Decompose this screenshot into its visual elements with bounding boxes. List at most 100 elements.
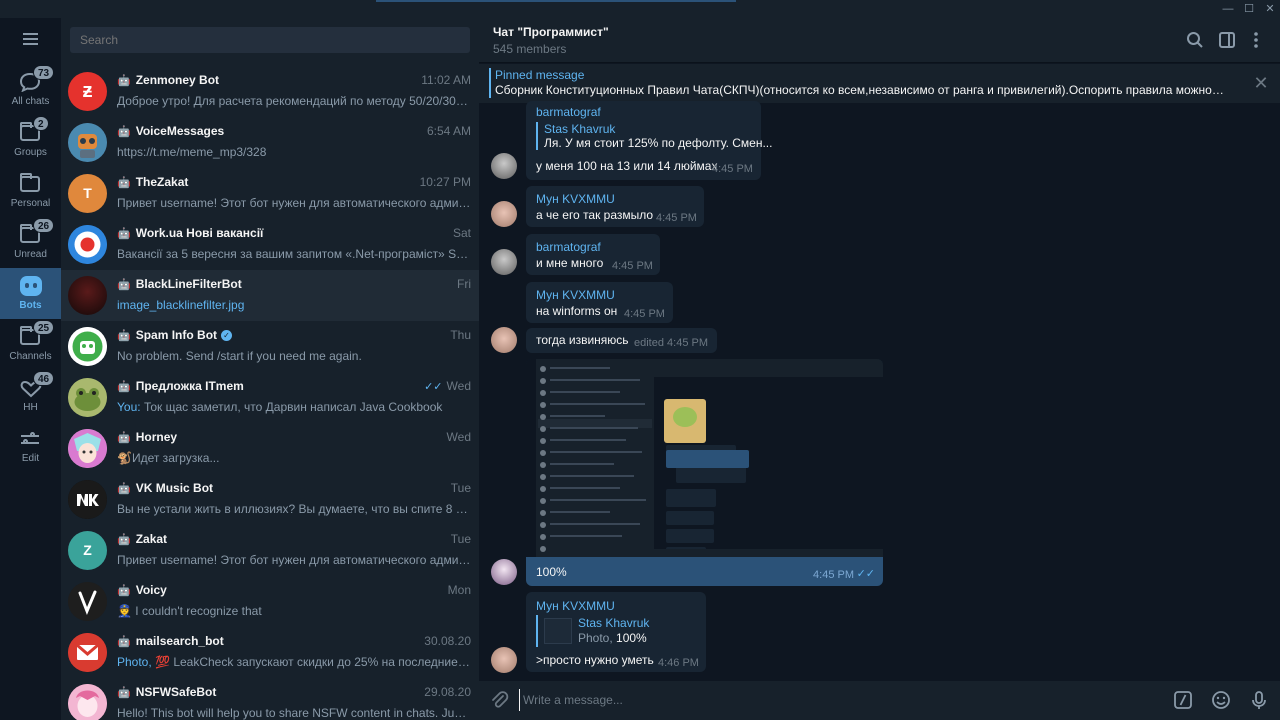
dialog-item[interactable]: 🤖 mailsearch_bot 30.08.20 Photo, 💯 LeakCh…: [61, 627, 479, 678]
message-bubble[interactable]: тогда извиняюсь edited 4:45 PM: [526, 328, 717, 353]
gmail-logo-icon: [68, 633, 107, 672]
avatar: [68, 429, 107, 468]
hamburger-icon: [23, 33, 38, 35]
message-author[interactable]: barmatograf: [536, 105, 601, 119]
message-author[interactable]: Мун KVXMMU: [536, 192, 615, 206]
bot-icon: 🤖: [117, 534, 131, 546]
dialog-item[interactable]: 🤖 NSFWSafeBot 29.08.20 Hello! This bot wi…: [61, 678, 479, 720]
message-time: 4:45 PM: [813, 569, 854, 581]
folder-label: All chats: [11, 96, 50, 107]
dialog-name: 🤖 Spam Info Bot ✓: [117, 328, 407, 342]
dialog-preview: No problem. Send /start if you need me a…: [117, 349, 362, 363]
message-text: тогда извиняюсь: [536, 333, 629, 347]
message-author[interactable]: Мун KVXMMU: [536, 599, 615, 613]
dialog-preview-text: I couldn't recognize that: [135, 604, 262, 618]
dialog-name-text: Zakat: [135, 532, 168, 546]
avatar[interactable]: [491, 249, 517, 275]
message-bubble[interactable]: Мун KVXMMU а че его так размыло 4:45 PM: [526, 186, 704, 227]
dialog-item[interactable]: 🤖 VoiceMessages 6:54 AM https://t.me/meme…: [61, 117, 479, 168]
dialog-time: Fri: [457, 277, 471, 291]
folder-unread[interactable]: 26 Unread: [0, 217, 61, 268]
more-vertical-icon[interactable]: [1247, 31, 1265, 49]
dialog-name: 🤖 Zakat: [117, 532, 407, 546]
bot-icon: 🤖: [117, 330, 131, 342]
emoji-icon[interactable]: [1211, 690, 1231, 710]
dialog-name-text: Work.ua Нові вакансії: [135, 226, 264, 240]
dialog-item[interactable]: ƶ 🤖 Zenmoney Bot 11:02 AM Доброе утро! Дл…: [61, 66, 479, 117]
search-input[interactable]: [70, 27, 470, 53]
frog-avatar-icon: [68, 378, 107, 417]
minimize-button[interactable]: —: [1217, 0, 1239, 18]
message-bubble[interactable]: Мун KVXMMU Stas Khavruk Photo, 100% >про…: [526, 592, 706, 672]
avatar[interactable]: [491, 153, 517, 179]
reply-quote[interactable]: Stas Khavruk Photo, 100%: [536, 615, 696, 647]
message-bubble[interactable]: Мун KVXMMU на winforms он 4:45 PM: [526, 282, 673, 323]
dialog-name-text: Horney: [135, 430, 178, 444]
avatar: [68, 123, 107, 162]
avatar[interactable]: [491, 559, 517, 585]
dialog-item[interactable]: 🤖 Spam Info Bot ✓ Thu No problem. Send /st…: [61, 321, 479, 372]
message-bubble[interactable]: barmatograf Stas Khavruk Ля. У мя стоит …: [526, 101, 772, 180]
reply-quote[interactable]: Stas Khavruk Ля. У мя стоит 125% по дефо…: [536, 122, 772, 150]
avatar: [68, 480, 107, 519]
folder-label: Channels: [9, 351, 52, 362]
dialog-item[interactable]: 🤖 Voicy Mon 👮 I couldn't recognize that: [61, 576, 479, 627]
message-author[interactable]: Мун KVXMMU: [536, 288, 615, 302]
folder-channels[interactable]: 25 Channels: [0, 319, 61, 370]
microphone-icon[interactable]: [1249, 690, 1269, 710]
paperclip-icon[interactable]: [489, 690, 509, 710]
close-icon[interactable]: ✕: [1252, 74, 1270, 92]
avatar: Z: [68, 531, 107, 570]
folder-personal[interactable]: Personal: [0, 166, 61, 217]
dialog-name: 🤖 NSFWSafeBot: [117, 685, 407, 699]
photo-message[interactable]: 100% 4:45 PM ✓✓: [526, 359, 883, 586]
dialog-time: 11:02 AM: [421, 73, 471, 87]
folder-bots[interactable]: Bots: [0, 268, 61, 319]
menu-button[interactable]: [0, 27, 61, 53]
maximize-button[interactable]: ☐: [1238, 0, 1260, 18]
close-window-button[interactable]: ✕: [1259, 0, 1280, 18]
sidebar-toggle-icon[interactable]: [1218, 31, 1236, 49]
folder-groups[interactable]: 2 Groups: [0, 115, 61, 166]
message-bubble[interactable]: barmatograf и мне много 4:45 PM: [526, 234, 660, 275]
dialog-item[interactable]: 🤖 Предложка ITmem ✓✓ Wed You: Ток щас заме…: [61, 372, 479, 423]
dialog-name-text: BlackLineFilterBot: [135, 277, 242, 291]
photo-caption: 100%: [536, 565, 567, 579]
avatar[interactable]: [491, 327, 517, 353]
dialog-item[interactable]: Z 🤖 Zakat Tue Привет username! Этот бот н…: [61, 525, 479, 576]
dialog-preview-text: LeakCheck запускают скидки до 25% на пос…: [173, 655, 471, 669]
dialog-item[interactable]: 🤖 VK Music Bot Tue Вы не устали жить в ил…: [61, 474, 479, 525]
chat-title[interactable]: Чат "Программист": [493, 25, 609, 39]
folder-all-chats[interactable]: 73 All chats: [0, 64, 61, 115]
dialog-item[interactable]: T 🤖 TheZakat 10:27 PM Привет username! Эт…: [61, 168, 479, 219]
pinned-message-bar[interactable]: Pinned message Сборник Конституционных П…: [479, 64, 1280, 103]
dialog-item[interactable]: 🤖 Horney Wed 🐒Идет загрузка...: [61, 423, 479, 474]
pinned-accent-bar: [489, 68, 491, 98]
folder-hh[interactable]: 46 HH: [0, 370, 61, 421]
dialog-time: Wed: [446, 430, 471, 444]
dialog-name-text: Zenmoney Bot: [135, 73, 220, 87]
avatar: [68, 633, 107, 672]
folder-icon: [20, 173, 40, 192]
message-time: edited 4:45 PM: [634, 337, 708, 349]
avatar[interactable]: [491, 201, 517, 227]
folder-label: Edit: [21, 453, 40, 464]
search-icon[interactable]: [1186, 31, 1204, 49]
dialog-preview-prefix: Photo, 💯: [117, 655, 170, 669]
screenshot-image[interactable]: [526, 359, 883, 557]
commands-icon[interactable]: [1173, 690, 1193, 710]
dialog-preview: 🐒Идет загрузка...: [117, 451, 471, 465]
bot-icon: [20, 276, 42, 296]
folder-edit[interactable]: Edit: [0, 421, 61, 472]
dialog-item-active[interactable]: 🤖 BlackLineFilterBot Fri image_blacklinef…: [61, 270, 479, 321]
folder-label: Personal: [10, 198, 51, 209]
dialog-time: 29.08.20: [424, 685, 471, 699]
titlebar-accent: [376, 0, 736, 2]
message-time: 4:45 PM: [712, 163, 753, 175]
dialog-item[interactable]: 🤖 Work.ua Нові вакансії Sat Вакансії за 5…: [61, 219, 479, 270]
dialog-name-text: Предложка ITmem: [135, 379, 244, 393]
message-author[interactable]: barmatograf: [536, 240, 601, 254]
message-input[interactable]: Write a message...: [519, 689, 1159, 711]
dialog-preview-text: Идет загрузка...: [131, 451, 220, 465]
avatar[interactable]: [491, 647, 517, 673]
